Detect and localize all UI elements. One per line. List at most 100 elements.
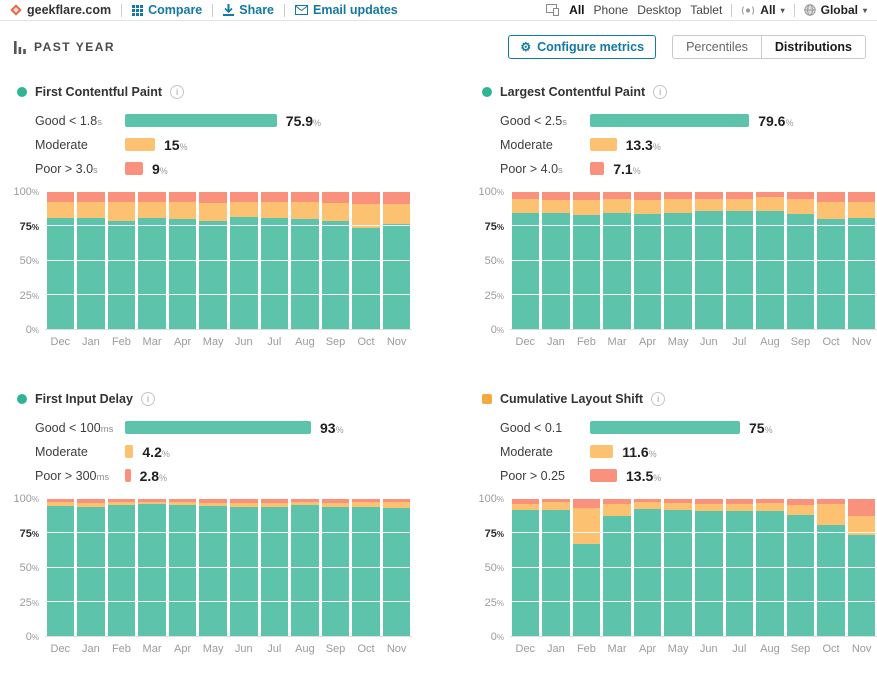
percent-sign: % — [652, 141, 661, 152]
percent-sign: % — [31, 529, 39, 539]
legend-label: Poor > 0.25 — [500, 468, 565, 483]
panel-title: First Input Delay — [35, 392, 133, 406]
bar-segment-good — [847, 218, 876, 329]
bar-segment-good — [572, 543, 601, 636]
x-tick-label: Oct — [357, 643, 375, 655]
bar-segment-good — [291, 219, 319, 329]
percent-sign: % — [31, 188, 39, 197]
bar-segment-moderate — [603, 198, 631, 213]
month-bar — [786, 499, 815, 636]
bar-segment-poor — [168, 192, 197, 202]
region-dropdown[interactable]: Global ▾ — [803, 3, 867, 17]
bar-segment-poor — [291, 192, 319, 202]
legend-row: Poor > 3.0s 9% — [35, 161, 412, 177]
bar-segment-good — [168, 219, 197, 329]
legend-mini-bar — [125, 162, 143, 175]
month-bar — [77, 192, 105, 329]
device-filter-desktop[interactable]: Desktop — [637, 3, 681, 17]
divider — [731, 3, 733, 17]
connection-dropdown[interactable]: All ▾ — [741, 3, 785, 17]
globe-icon — [803, 4, 816, 16]
y-tick-label: 100% — [13, 493, 39, 505]
bar-segment-poor — [603, 192, 631, 199]
panel-head: First Input Delay i — [17, 392, 412, 406]
legend-mini-bar — [590, 469, 617, 482]
gear-icon: ⚙ — [520, 40, 532, 54]
metric-panel: First Contentful Paint i Good < 1.8s 75.9% M… — [12, 85, 412, 348]
gridline-overlay — [45, 600, 412, 602]
bar-segment-good — [817, 525, 845, 636]
x-axis: Dec Jan Feb Mar Apr May Jun Jul Aug Sep Oct Nov — [510, 643, 877, 655]
bar-segment-moderate — [168, 201, 197, 220]
x-axis: Dec Jan Feb Mar Apr May Jun Jul Aug Sep Oct Nov — [45, 643, 412, 655]
info-icon[interactable]: i — [140, 392, 155, 406]
percent-sign: % — [764, 424, 773, 435]
bar-segment-good — [542, 509, 570, 636]
metric-marker-icon — [17, 394, 27, 404]
bar-segment-poor — [572, 499, 601, 508]
plot — [510, 192, 877, 330]
x-tick-label: Oct — [822, 336, 840, 348]
month-bar — [107, 192, 136, 329]
legend-unit: ms — [96, 471, 110, 483]
bar-segment-good — [77, 218, 105, 329]
bar-segment-poor — [725, 192, 754, 199]
bar-segment-good — [633, 213, 662, 329]
bar-segment-good — [352, 227, 380, 329]
x-tick-label: Dec — [515, 643, 536, 655]
bar-segment-moderate — [756, 503, 784, 511]
tab-percentiles[interactable]: Percentiles — [673, 36, 761, 58]
month-bar — [664, 499, 692, 636]
percent-sign: % — [648, 448, 657, 459]
bar-segment-good — [786, 515, 815, 636]
bar-segment-good — [542, 212, 570, 329]
share-button[interactable]: Share — [223, 3, 274, 17]
device-filter-all[interactable]: All — [569, 3, 584, 17]
month-bar — [511, 192, 540, 329]
x-tick-label: Sep — [790, 643, 811, 655]
bar-segment-good — [138, 504, 166, 636]
legend-value: 93% — [320, 419, 344, 436]
legend-label: Good < 1.8s — [35, 113, 102, 128]
legend: Good < 0.1 75% Moderate 11.6% Poor > 0.25 13.… — [500, 420, 877, 484]
legend-mini-bar — [590, 445, 614, 458]
legend-label: Poor > 300ms — [35, 468, 110, 483]
month-bar — [847, 499, 876, 636]
legend-unit: s — [558, 164, 563, 176]
bar-segment-good — [107, 220, 136, 329]
x-tick-label: Jun — [699, 336, 718, 348]
legend-row: Moderate 11.6% — [500, 444, 877, 460]
y-tick-label: 75% — [484, 527, 504, 540]
legend-label: Good < 2.5s — [500, 113, 567, 128]
x-tick-label: Jan — [81, 336, 100, 348]
device-filter-tablet[interactable]: Tablet — [690, 3, 722, 17]
info-icon[interactable]: i — [653, 85, 668, 99]
month-bar — [633, 192, 662, 329]
info-icon[interactable]: i — [170, 85, 185, 99]
y-tick-label: 0% — [25, 631, 39, 643]
bar-segment-good — [633, 508, 662, 636]
stacked-bar-chart: 100% 75% 50% 25% 0% Dec Jan Feb Mar Apr May Jun Jul A… — [12, 493, 412, 655]
configure-metrics-label: Configure metrics — [537, 40, 645, 54]
bar-segment-good — [77, 506, 105, 636]
info-icon[interactable]: i — [651, 392, 666, 406]
bar-segment-moderate — [77, 201, 105, 219]
legend-row: Good < 1.8s 75.9% — [35, 113, 412, 129]
bar-segment-poor — [664, 192, 692, 199]
legend-label: Good < 0.1 — [500, 420, 563, 435]
y-tick-label: 25% — [484, 596, 504, 609]
download-icon — [223, 4, 235, 16]
legend-unit: s — [97, 116, 102, 128]
plot-area: Dec Jan Feb Mar Apr May Jun Jul Aug Sep Oct Nov — [510, 192, 877, 348]
email-updates-button[interactable]: Email updates — [295, 3, 398, 17]
legend-unit: s — [562, 116, 567, 128]
device-filter-phone[interactable]: Phone — [594, 3, 629, 17]
tab-distributions[interactable]: Distributions — [760, 36, 865, 58]
month-bar — [694, 192, 723, 329]
bar-segment-poor — [847, 499, 876, 517]
y-tick-label: 0% — [490, 631, 504, 643]
configure-metrics-button[interactable]: ⚙ Configure metrics — [508, 35, 657, 59]
bar-segment-good — [138, 218, 166, 329]
compare-button[interactable]: Compare — [132, 3, 202, 17]
site-name[interactable]: geekflare.com — [10, 3, 111, 17]
